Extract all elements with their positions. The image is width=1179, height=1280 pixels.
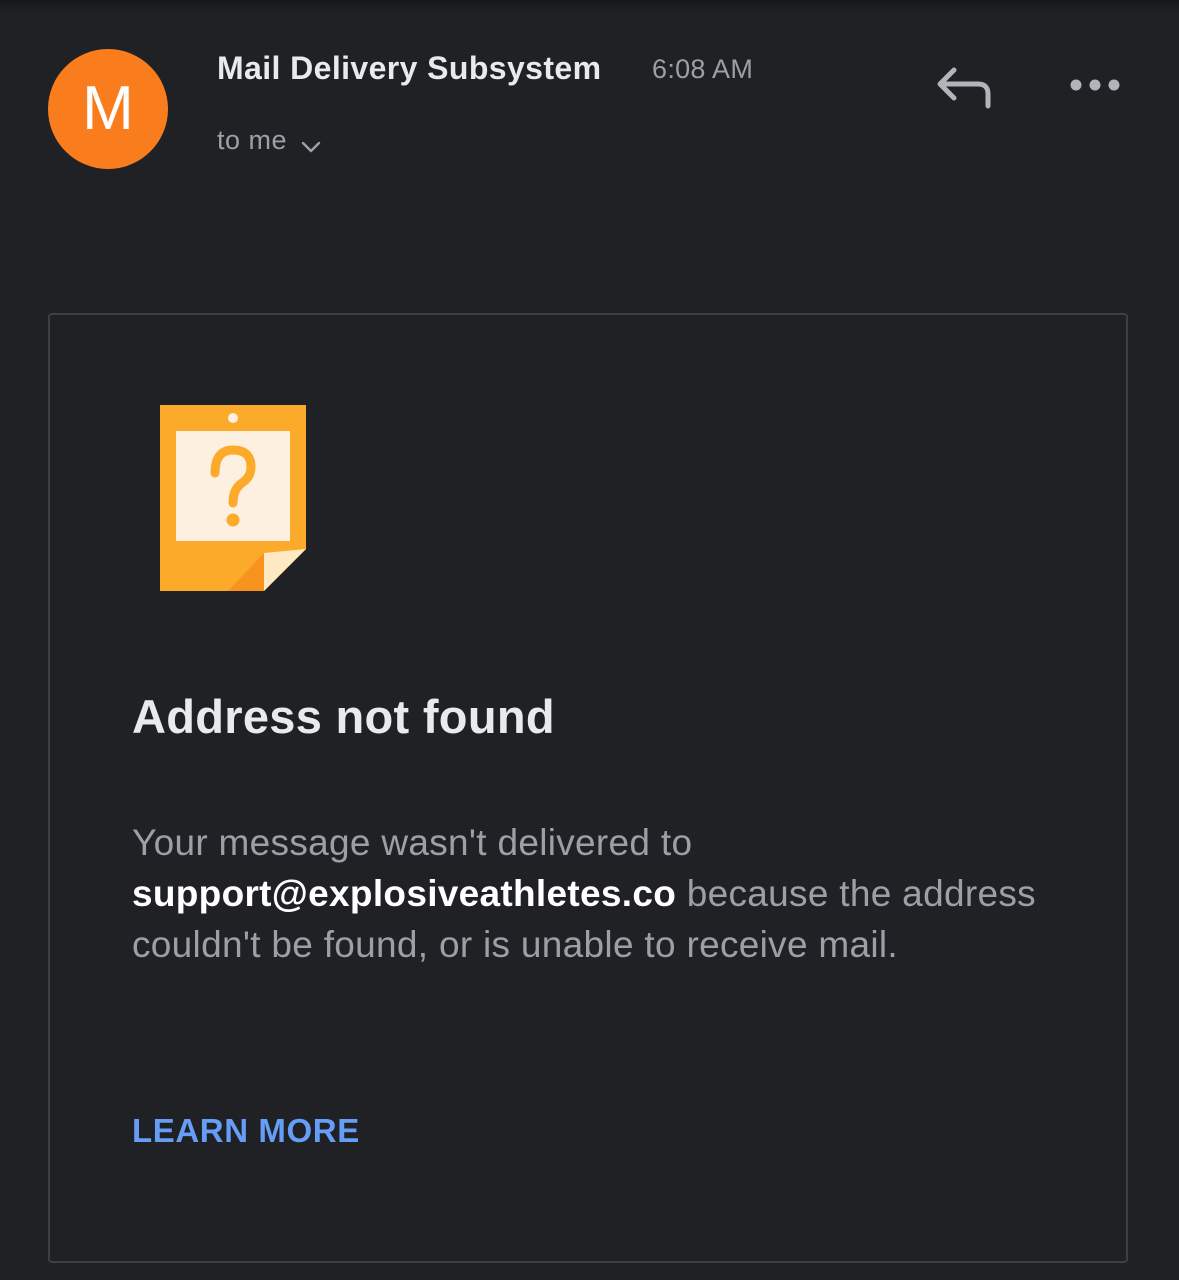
avatar[interactable]: M bbox=[48, 49, 168, 169]
recipient-address: support@explosiveathletes.co bbox=[132, 873, 677, 914]
more-horizontal-icon bbox=[1070, 79, 1120, 91]
note-question-icon bbox=[160, 405, 306, 591]
message-header: M Mail Delivery Subsystem 6:08 AM to me bbox=[0, 0, 1179, 200]
reply-button[interactable] bbox=[930, 58, 996, 112]
recipient-label: to me bbox=[217, 125, 288, 155]
notice-body: Your message wasn't delivered to support… bbox=[132, 817, 1052, 970]
reply-icon bbox=[937, 67, 991, 109]
bounce-notice-card: Address not found Your message wasn't de… bbox=[48, 313, 1128, 1263]
notice-title: Address not found bbox=[132, 690, 555, 743]
timestamp: 6:08 AM bbox=[652, 54, 754, 84]
more-options-button[interactable] bbox=[1064, 68, 1126, 102]
chevron-down-icon[interactable] bbox=[301, 130, 321, 161]
learn-more-link[interactable]: LEARN MORE bbox=[132, 1112, 360, 1150]
notice-body-prefix: Your message wasn't delivered to bbox=[132, 822, 693, 863]
recipient-toggle[interactable]: to me bbox=[217, 120, 321, 161]
sender-name[interactable]: Mail Delivery Subsystem bbox=[217, 50, 601, 87]
